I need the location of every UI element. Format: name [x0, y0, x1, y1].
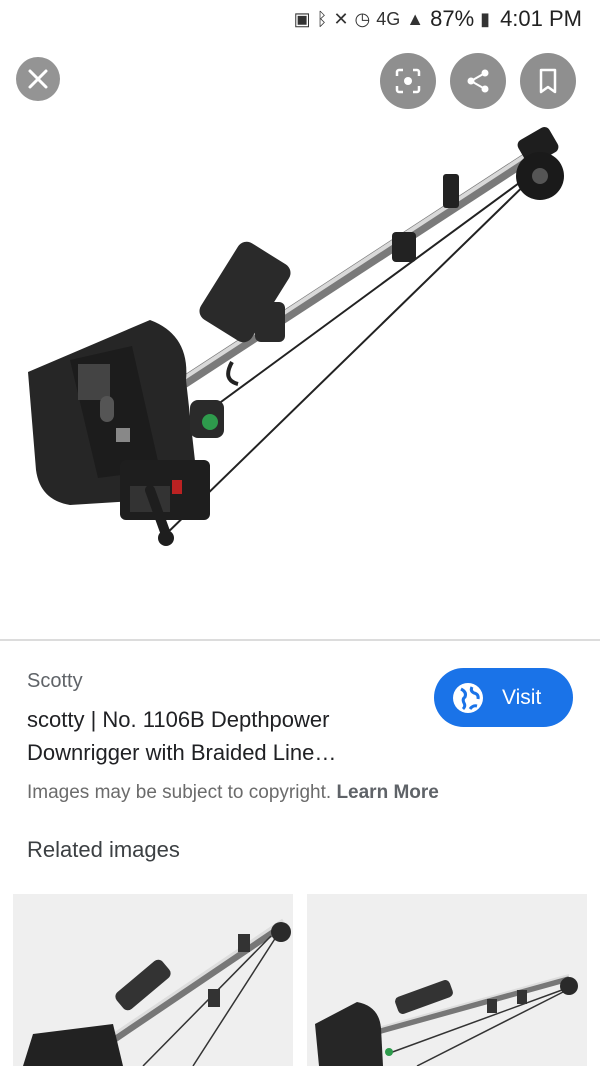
- share-icon: [467, 69, 489, 93]
- related-image-2[interactable]: [307, 894, 587, 1066]
- related-images-heading: Related images: [27, 837, 180, 862]
- learn-more-link[interactable]: Learn More: [336, 782, 438, 803]
- result-title[interactable]: scotty | No. 1106B Depthpower Downrigger…: [27, 703, 417, 769]
- mute-icon: ✕: [333, 8, 349, 29]
- related-image-1[interactable]: [13, 894, 293, 1066]
- alarm-icon: ◷: [354, 8, 371, 29]
- main-image[interactable]: [0, 0, 600, 640]
- battery-icon: ▮: [480, 8, 491, 29]
- related-thumbnail: [23, 918, 291, 1066]
- related-thumbnail: [315, 974, 578, 1066]
- lte-icon: 4G: [376, 8, 401, 29]
- visit-label: Visit: [502, 685, 542, 709]
- bookmark-icon: [539, 68, 557, 94]
- close-button[interactable]: [16, 57, 60, 101]
- status-bar: ▣ ᛒ ✕ ◷ 4G ▲ 87% ▮ 4:01 PM: [0, 0, 600, 40]
- downrigger-image: [28, 127, 564, 546]
- copyright-notice: Images may be subject to copyright. Lear…: [27, 782, 439, 804]
- close-icon: [28, 69, 48, 89]
- battery-percent: 87%: [430, 6, 475, 31]
- bookmark-button[interactable]: [520, 53, 576, 109]
- title-line-2: Downrigger with Braided Line…: [27, 740, 337, 765]
- title-line-1: scotty | No. 1106B Depthpower: [27, 707, 330, 732]
- lens-search-button[interactable]: [380, 53, 436, 109]
- bluetooth-icon: ᛒ: [316, 8, 328, 29]
- clock: 4:01 PM: [500, 6, 582, 31]
- divider: [0, 639, 600, 641]
- battery-saver-icon: ▣: [293, 8, 311, 29]
- visit-button[interactable]: Visit: [434, 668, 573, 727]
- lens-search-icon: [395, 68, 421, 94]
- signal-icon: ▲: [406, 8, 425, 29]
- globe-icon: [453, 682, 483, 713]
- share-button[interactable]: [450, 53, 506, 109]
- copyright-text: Images may be subject to copyright.: [27, 782, 332, 803]
- source-name[interactable]: Scotty: [27, 670, 83, 693]
